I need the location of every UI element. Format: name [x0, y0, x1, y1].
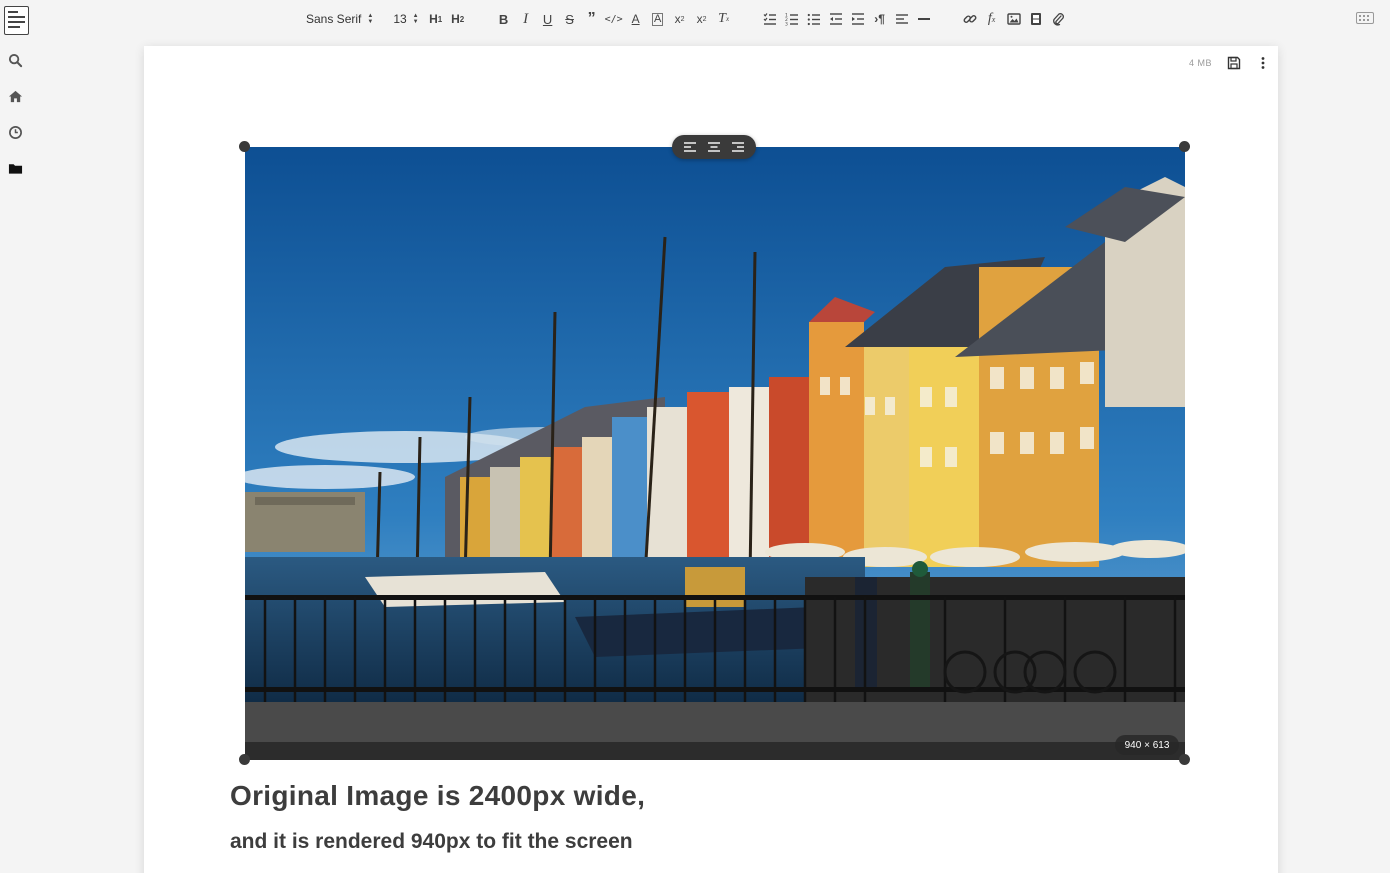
- text-direction-icon[interactable]: ›¶: [869, 8, 891, 30]
- document-page[interactable]: 4 MB 940 × 613 Original Image is 2400px …: [144, 46, 1278, 873]
- heading-2-button[interactable]: H2: [447, 8, 469, 30]
- editor-toolbar: Sans Serif ▲ ▼ 13 ▲ ▼ H1 H2 B I U S ” </> …: [300, 0, 1069, 38]
- resize-handle-bottom-left[interactable]: [239, 754, 250, 765]
- folder-icon[interactable]: [8, 161, 23, 176]
- image-align-toolbar: [672, 135, 756, 159]
- content-subheading[interactable]: and it is rendered 940px to fit the scre…: [230, 830, 633, 854]
- left-rail: [0, 0, 32, 873]
- resize-handle-top-left[interactable]: [239, 141, 250, 152]
- file-size-label: 4 MB: [1188, 58, 1212, 68]
- bullet-list-icon[interactable]: [803, 8, 825, 30]
- align-left-icon[interactable]: [891, 8, 913, 30]
- history-icon[interactable]: [8, 125, 23, 140]
- home-icon[interactable]: [8, 89, 23, 104]
- heading-1-button[interactable]: H1: [425, 8, 447, 30]
- font-family-value: Sans Serif: [306, 12, 362, 26]
- clear-format-icon[interactable]: Tx: [713, 8, 735, 30]
- font-family-select[interactable]: Sans Serif ▲ ▼: [300, 8, 379, 30]
- save-icon[interactable]: [1227, 56, 1241, 70]
- svg-text:3: 3: [785, 22, 788, 27]
- content-heading[interactable]: Original Image is 2400px wide,: [230, 780, 645, 812]
- bold-icon[interactable]: B: [493, 8, 515, 30]
- strikethrough-icon[interactable]: S: [559, 8, 581, 30]
- font-size-value: 13: [393, 12, 407, 26]
- image-icon[interactable]: [1003, 8, 1025, 30]
- ordered-list-icon[interactable]: 123: [781, 8, 803, 30]
- nyhavn-harbor-photo: [245, 147, 1185, 760]
- superscript-icon[interactable]: x2: [691, 8, 713, 30]
- keyboard-icon[interactable]: [1356, 12, 1374, 24]
- more-menu-icon[interactable]: [1256, 56, 1270, 70]
- attachment-icon[interactable]: [1047, 8, 1069, 30]
- select-arrows-icon: ▲ ▼: [367, 13, 374, 25]
- font-size-select[interactable]: 13 ▲ ▼: [387, 8, 424, 30]
- outdent-icon[interactable]: [825, 8, 847, 30]
- underline-icon[interactable]: U: [537, 8, 559, 30]
- resize-handle-bottom-right[interactable]: [1179, 754, 1190, 765]
- resize-handle-top-right[interactable]: [1179, 141, 1190, 152]
- code-icon[interactable]: </>: [603, 8, 625, 30]
- image-align-center-icon[interactable]: [707, 140, 721, 154]
- checklist-icon[interactable]: [759, 8, 781, 30]
- image-align-left-icon[interactable]: [683, 140, 697, 154]
- select-arrows-icon: ▲ ▼: [412, 13, 419, 25]
- blockquote-icon[interactable]: ”: [581, 8, 603, 30]
- formula-icon[interactable]: fx: [981, 8, 1003, 30]
- text-color-icon[interactable]: A: [625, 8, 647, 30]
- image-align-right-icon[interactable]: [731, 140, 745, 154]
- subscript-icon[interactable]: x2: [669, 8, 691, 30]
- video-icon[interactable]: [1025, 8, 1047, 30]
- highlight-icon[interactable]: A: [647, 8, 669, 30]
- horizontal-rule-icon[interactable]: [913, 8, 935, 30]
- italic-icon[interactable]: I: [515, 8, 537, 30]
- link-icon[interactable]: [959, 8, 981, 30]
- indent-icon[interactable]: [847, 8, 869, 30]
- search-icon[interactable]: [8, 53, 23, 68]
- image-dimensions-badge: 940 × 613: [1115, 735, 1179, 755]
- selected-image[interactable]: [245, 147, 1185, 760]
- app-logo[interactable]: [4, 6, 29, 35]
